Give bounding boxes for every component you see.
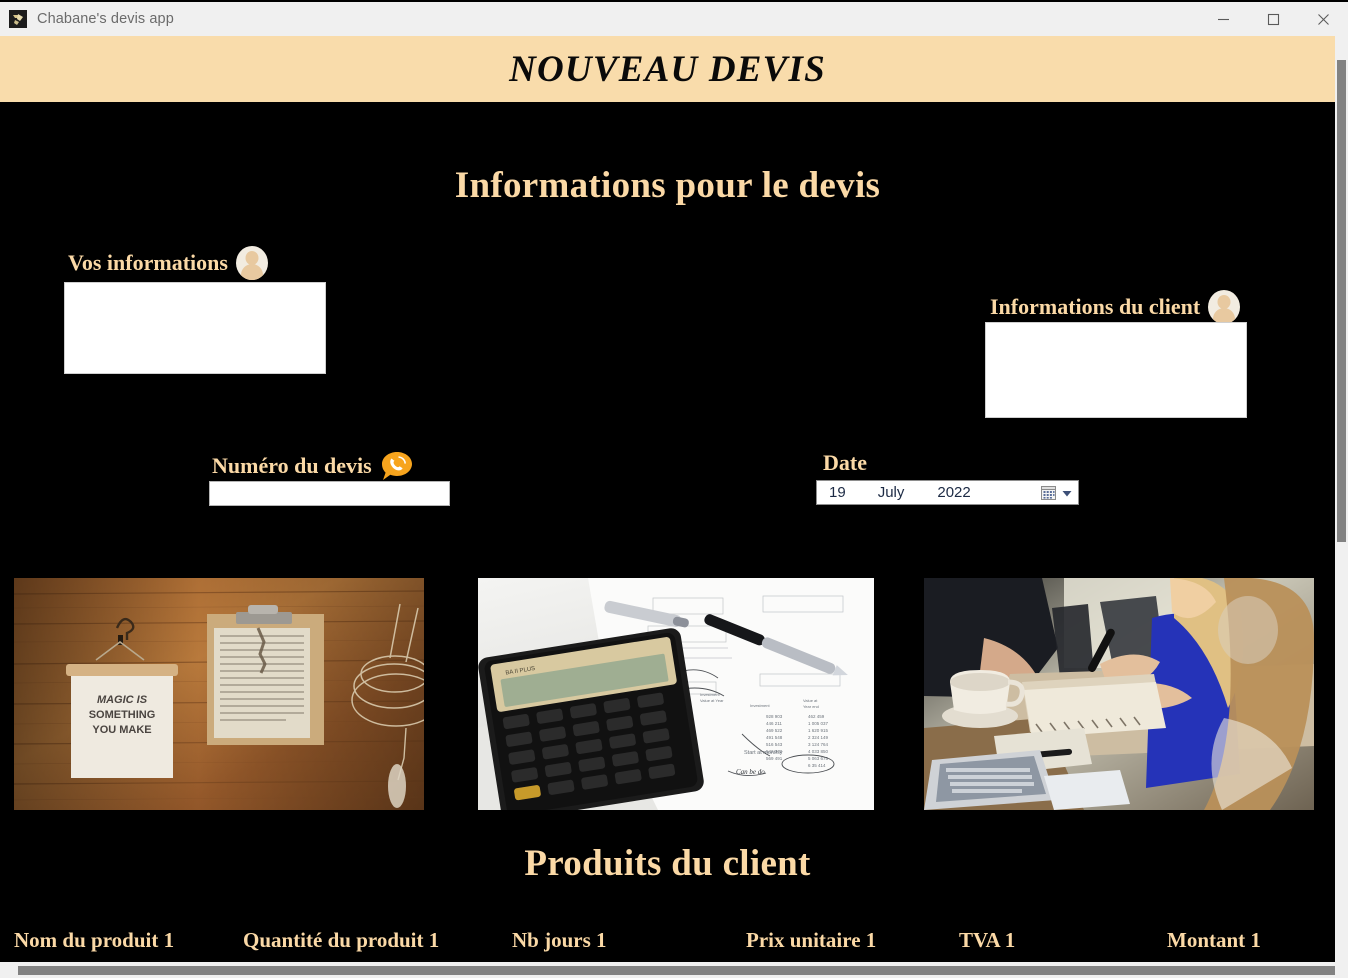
svg-text:4 033 850: 4 033 850 [808, 749, 829, 754]
photo-magic-poster: MAGIC IS SOMETHING YOU MAKE [14, 578, 424, 810]
informations-client-label-row: Informations du client [990, 290, 1241, 324]
numero-devis-input[interactable] [209, 481, 450, 506]
products-heading: Produits du client [524, 843, 811, 884]
window-titlebar: Chabane's devis app [0, 0, 1348, 36]
svg-text:516 543: 516 543 [766, 742, 783, 747]
photo-calculator: 379 970606 929 1 096 7111 296 731 1 659 … [478, 578, 874, 810]
vos-informations-textarea[interactable] [64, 282, 326, 374]
horizontal-scrollbar-track [0, 962, 1335, 978]
minimize-button[interactable] [1198, 1, 1248, 37]
maximize-button[interactable] [1248, 1, 1298, 37]
svg-text:MAGIC IS: MAGIC IS [97, 694, 148, 706]
phone-bubble-icon [380, 450, 414, 482]
column-header-nom-produit: Nom du produit 1 [14, 928, 175, 952]
date-label: Date [823, 450, 867, 475]
form-canvas: Informations pour le devis Vos informati… [0, 102, 1335, 962]
column-header-prix-unitaire: Prix unitaire 1 [746, 928, 877, 952]
svg-text:YOU MAKE: YOU MAKE [92, 724, 151, 736]
date-picker-dropdown[interactable] [1040, 484, 1073, 502]
column-header-montant: Montant 1 [1167, 928, 1261, 952]
vertical-scrollbar-thumb[interactable] [1337, 60, 1346, 542]
user-avatar-icon [1208, 290, 1241, 324]
svg-text:569 491: 569 491 [766, 756, 783, 761]
date-day[interactable]: 19 [825, 484, 850, 501]
calendar-icon [1041, 485, 1056, 500]
svg-text:2 324 149: 2 324 149 [808, 735, 829, 740]
vos-informations-label-row: Vos informations [68, 246, 268, 280]
column-header-tva: TVA 1 [959, 928, 1016, 952]
page-title: NOUVEAU DEVIS [509, 48, 826, 90]
svg-text:462 459: 462 459 [808, 714, 825, 719]
svg-text:446 211: 446 211 [766, 721, 782, 726]
svg-text:491 548: 491 548 [766, 735, 783, 740]
svg-text:Start at monthly: Start at monthly [744, 750, 783, 756]
page-banner: NOUVEAU DEVIS [0, 36, 1335, 102]
informations-client-textarea[interactable] [985, 322, 1247, 418]
column-header-nb-jours: Nb jours 1 [512, 928, 607, 952]
horizontal-scrollbar-thumb[interactable] [18, 966, 1335, 975]
app-icon [9, 10, 27, 28]
photo-meeting [924, 578, 1314, 810]
informations-client-label: Informations du client [990, 294, 1201, 319]
svg-text:Value at: Value at [803, 698, 818, 703]
column-header-quantite: Quantité du produit 1 [243, 928, 440, 952]
window-title: Chabane's devis app [37, 11, 174, 27]
svg-text:SOMETHING: SOMETHING [89, 709, 156, 721]
svg-text:1 620 915: 1 620 915 [808, 728, 829, 733]
horizontal-scrollbar[interactable] [0, 962, 1335, 978]
svg-text:1 005 037: 1 005 037 [808, 721, 829, 726]
svg-text:Can be do: Can be do [736, 768, 765, 776]
scrollbar-corner [1335, 962, 1348, 978]
date-label-row: Date [823, 450, 867, 476]
chevron-down-icon [1062, 490, 1072, 496]
svg-text:5 063 675: 5 063 675 [808, 756, 829, 761]
svg-text:3 124 764: 3 124 764 [808, 742, 829, 747]
svg-text:Year end: Year end [803, 704, 819, 709]
numero-devis-label-row: Numéro du devis [212, 450, 414, 482]
vertical-scrollbar[interactable] [1335, 36, 1348, 978]
svg-text:Value at Year: Value at Year [700, 698, 724, 703]
numero-devis-label: Numéro du devis [212, 453, 372, 478]
svg-text:928 903: 928 903 [766, 714, 783, 719]
user-avatar-icon [235, 246, 268, 280]
svg-text:Investment: Investment [750, 703, 770, 708]
date-picker[interactable]: 19 July 2022 [816, 480, 1079, 505]
svg-text:6 35 414: 6 35 414 [808, 763, 826, 768]
main-heading: Informations pour le devis [454, 165, 881, 206]
svg-text:469 522: 469 522 [766, 728, 783, 733]
close-button[interactable] [1298, 1, 1348, 37]
date-month[interactable]: July [874, 484, 909, 501]
vos-informations-label: Vos informations [68, 250, 228, 275]
date-year[interactable]: 2022 [933, 484, 974, 501]
